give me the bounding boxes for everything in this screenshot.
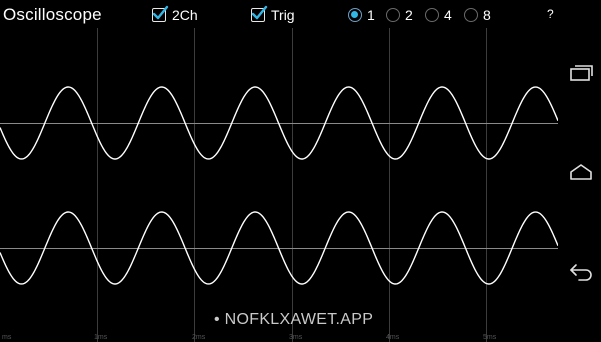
scope-display[interactable] <box>0 28 558 342</box>
time-tick-label: 4ms <box>386 334 400 341</box>
timebase-radio-4-label: 4 <box>444 7 452 23</box>
checkmark-icon <box>251 5 268 20</box>
recent-apps-icon <box>570 65 593 81</box>
recent-apps-button[interactable] <box>566 60 596 86</box>
back-icon <box>570 264 592 281</box>
home-icon <box>570 164 592 180</box>
radio-unselected-icon[interactable] <box>464 8 478 22</box>
scope-canvas[interactable] <box>0 28 558 342</box>
timebase-radio-2-label: 2 <box>405 7 413 23</box>
navigation-bar <box>558 0 601 342</box>
help-button[interactable]: ? <box>547 7 554 21</box>
time-tick-label: 2ms <box>192 334 206 341</box>
timebase-radio-1[interactable]: 1 <box>348 6 375 24</box>
radio-unselected-icon[interactable] <box>425 8 439 22</box>
timebase-radio-2[interactable]: 2 <box>386 6 413 24</box>
checkmark-icon <box>152 5 169 20</box>
watermark: • NOFKLXAWET.APP <box>214 311 374 328</box>
two-channel-checkbox-box[interactable] <box>152 5 169 22</box>
timebase-radio-4[interactable]: 4 <box>425 6 452 24</box>
time-tick-label: 3ms <box>289 334 303 341</box>
trigger-label: Trig <box>271 7 295 23</box>
two-channel-checkbox[interactable]: 2Ch <box>152 5 198 25</box>
app-title: Oscilloscope <box>3 5 102 24</box>
trigger-checkbox[interactable]: Trig <box>251 5 295 25</box>
waveform-traces <box>0 86 558 285</box>
two-channel-label: 2Ch <box>172 7 198 23</box>
radio-selected-icon[interactable] <box>348 8 362 22</box>
time-tick-label: ms <box>2 334 12 341</box>
timebase-radio-1-label: 1 <box>367 7 375 23</box>
time-tick-label: 1ms <box>94 334 108 341</box>
trigger-checkbox-box[interactable] <box>251 5 268 22</box>
time-tick-label: 5ms <box>483 334 497 341</box>
timebase-radio-8[interactable]: 8 <box>464 6 491 24</box>
back-button[interactable] <box>566 258 596 284</box>
home-button[interactable] <box>566 160 596 186</box>
radio-unselected-icon[interactable] <box>386 8 400 22</box>
timebase-radio-8-label: 8 <box>483 7 491 23</box>
oscilloscope-app: Oscilloscope 2Ch Trig 1 2 4 8 ? ms 1ms 2… <box>0 0 601 342</box>
toolbar: Oscilloscope 2Ch Trig 1 2 4 8 ? <box>0 0 601 28</box>
scope-grid <box>97 28 487 342</box>
